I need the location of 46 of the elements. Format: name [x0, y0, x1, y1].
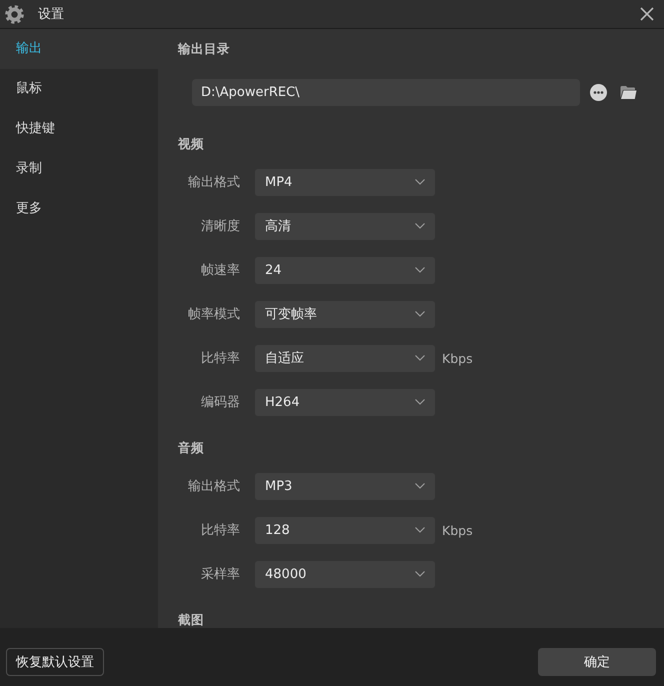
section-heading: 截图	[178, 611, 205, 628]
ellipsis-icon[interactable]	[590, 84, 607, 101]
section-heading: 音频	[178, 439, 205, 457]
chevron-down-icon	[415, 311, 425, 317]
sidebar-item[interactable]: 录制	[0, 149, 158, 189]
field-label: 输出格式	[187, 174, 240, 191]
dropdown[interactable]: 48000	[255, 560, 435, 588]
folder-icon[interactable]	[620, 85, 637, 100]
dropdown[interactable]: 128	[255, 516, 435, 544]
sidebar-item[interactable]: 更多	[0, 189, 158, 229]
unit-label: Kbps	[442, 350, 473, 366]
sidebar-item[interactable]: 鼠标	[0, 69, 158, 109]
dropdown[interactable]: 自适应	[255, 344, 435, 372]
window-title: 设置	[38, 6, 64, 23]
close-icon[interactable]	[640, 7, 654, 21]
dropdown[interactable]: H264	[255, 388, 435, 416]
chevron-down-icon	[415, 527, 425, 533]
unit-label: Kbps	[442, 522, 473, 538]
sidebar-item[interactable]: 快捷键	[0, 109, 158, 149]
section-heading: 输出目录	[178, 40, 231, 58]
path-field[interactable]: D:\ApowerREC\	[192, 79, 580, 106]
dropdown[interactable]: MP3	[255, 472, 435, 500]
dropdown[interactable]: 24	[255, 256, 435, 284]
chevron-down-icon	[415, 267, 425, 273]
dropdown[interactable]: 可变帧率	[255, 300, 435, 328]
chevron-down-icon	[415, 179, 425, 185]
sidebar-item[interactable]: 输出	[0, 29, 158, 69]
field-label: 比特率	[200, 350, 240, 367]
field-label: 编码器	[200, 394, 240, 411]
dropdown[interactable]: MP4	[255, 168, 435, 196]
field-label: 输出格式	[187, 478, 240, 495]
chevron-down-icon	[415, 223, 425, 229]
gear-icon	[5, 4, 24, 24]
field-label: 比特率	[200, 522, 240, 539]
chevron-down-icon	[415, 355, 425, 361]
section-heading: 视频	[178, 135, 205, 153]
field-label: 清晰度	[200, 218, 240, 235]
chevron-down-icon	[415, 571, 425, 577]
restore-defaults-button[interactable]: 恢复默认设置	[6, 648, 104, 676]
confirm-button[interactable]: 确定	[538, 648, 656, 676]
field-label: 帧率模式	[187, 306, 240, 323]
field-label: 采样率	[200, 566, 240, 583]
chevron-down-icon	[415, 399, 425, 405]
chevron-down-icon	[415, 483, 425, 489]
dropdown[interactable]: 高清	[255, 212, 435, 240]
field-label: 帧速率	[200, 262, 240, 279]
